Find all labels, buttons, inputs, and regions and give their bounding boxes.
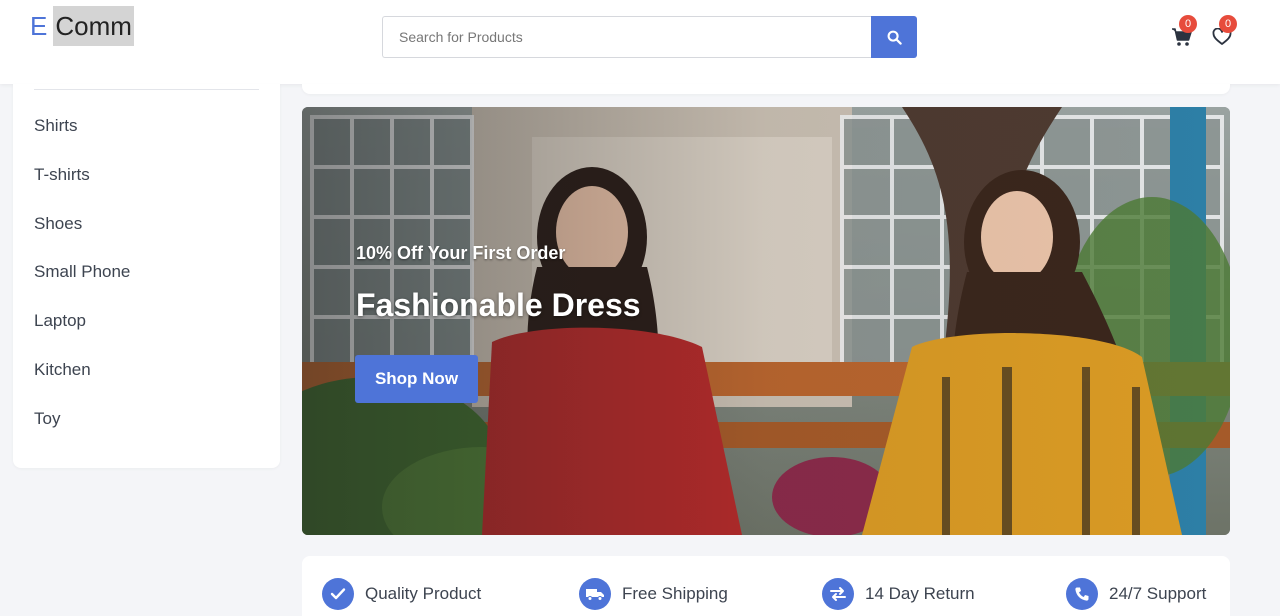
category-item-small-phone[interactable]: Small Phone <box>34 251 130 300</box>
feature-support: 24/7 Support <box>1066 578 1206 610</box>
check-icon <box>322 578 354 610</box>
wishlist-button[interactable]: 0 <box>1210 15 1237 48</box>
shop-now-button[interactable]: Shop Now <box>355 355 478 403</box>
search-bar <box>382 16 917 58</box>
feature-label: Free Shipping <box>622 584 728 603</box>
feature-quality: Quality Product <box>322 578 481 610</box>
logo-prefix: E <box>30 10 48 41</box>
search-input[interactable] <box>382 16 871 58</box>
feature-label: 24/7 Support <box>1109 584 1207 603</box>
top-panel-edge <box>302 84 1230 94</box>
category-sidebar: Shirts T-shirts Shoes Small Phone Laptop… <box>13 84 280 468</box>
category-item-shirts[interactable]: Shirts <box>34 105 130 154</box>
category-item-t-shirts[interactable]: T-shirts <box>34 154 130 203</box>
exchange-icon <box>822 578 854 610</box>
search-button[interactable] <box>871 16 917 58</box>
banner-title: Fashionable Dress <box>356 287 641 323</box>
hero-banner: 10% Off Your First Order Fashionable Dre… <box>302 107 1230 535</box>
category-item-toy[interactable]: Toy <box>34 398 130 447</box>
cart-button[interactable]: 0 <box>1170 15 1197 48</box>
site-header: E Comm 0 0 <box>0 0 1280 84</box>
features-bar: Quality Product Free Shipping 14 Day Ret… <box>302 556 1230 616</box>
truck-icon <box>579 578 611 610</box>
phone-icon <box>1066 578 1098 610</box>
search-icon <box>887 30 902 45</box>
site-logo[interactable]: E Comm <box>30 6 134 46</box>
cart-count-badge: 0 <box>1179 15 1197 33</box>
banner-promo-text: 10% Off Your First Order <box>356 243 566 263</box>
feature-return: 14 Day Return <box>822 578 975 610</box>
sidebar-divider <box>34 89 259 90</box>
feature-label: Quality Product <box>365 584 482 603</box>
category-list: Shirts T-shirts Shoes Small Phone Laptop… <box>34 105 130 447</box>
category-item-shoes[interactable]: Shoes <box>34 203 130 252</box>
category-item-laptop[interactable]: Laptop <box>34 300 130 349</box>
logo-text: Comm <box>53 6 134 46</box>
feature-label: 14 Day Return <box>865 584 975 603</box>
wishlist-count-badge: 0 <box>1219 15 1237 33</box>
category-item-kitchen[interactable]: Kitchen <box>34 349 130 398</box>
feature-shipping: Free Shipping <box>579 578 728 610</box>
